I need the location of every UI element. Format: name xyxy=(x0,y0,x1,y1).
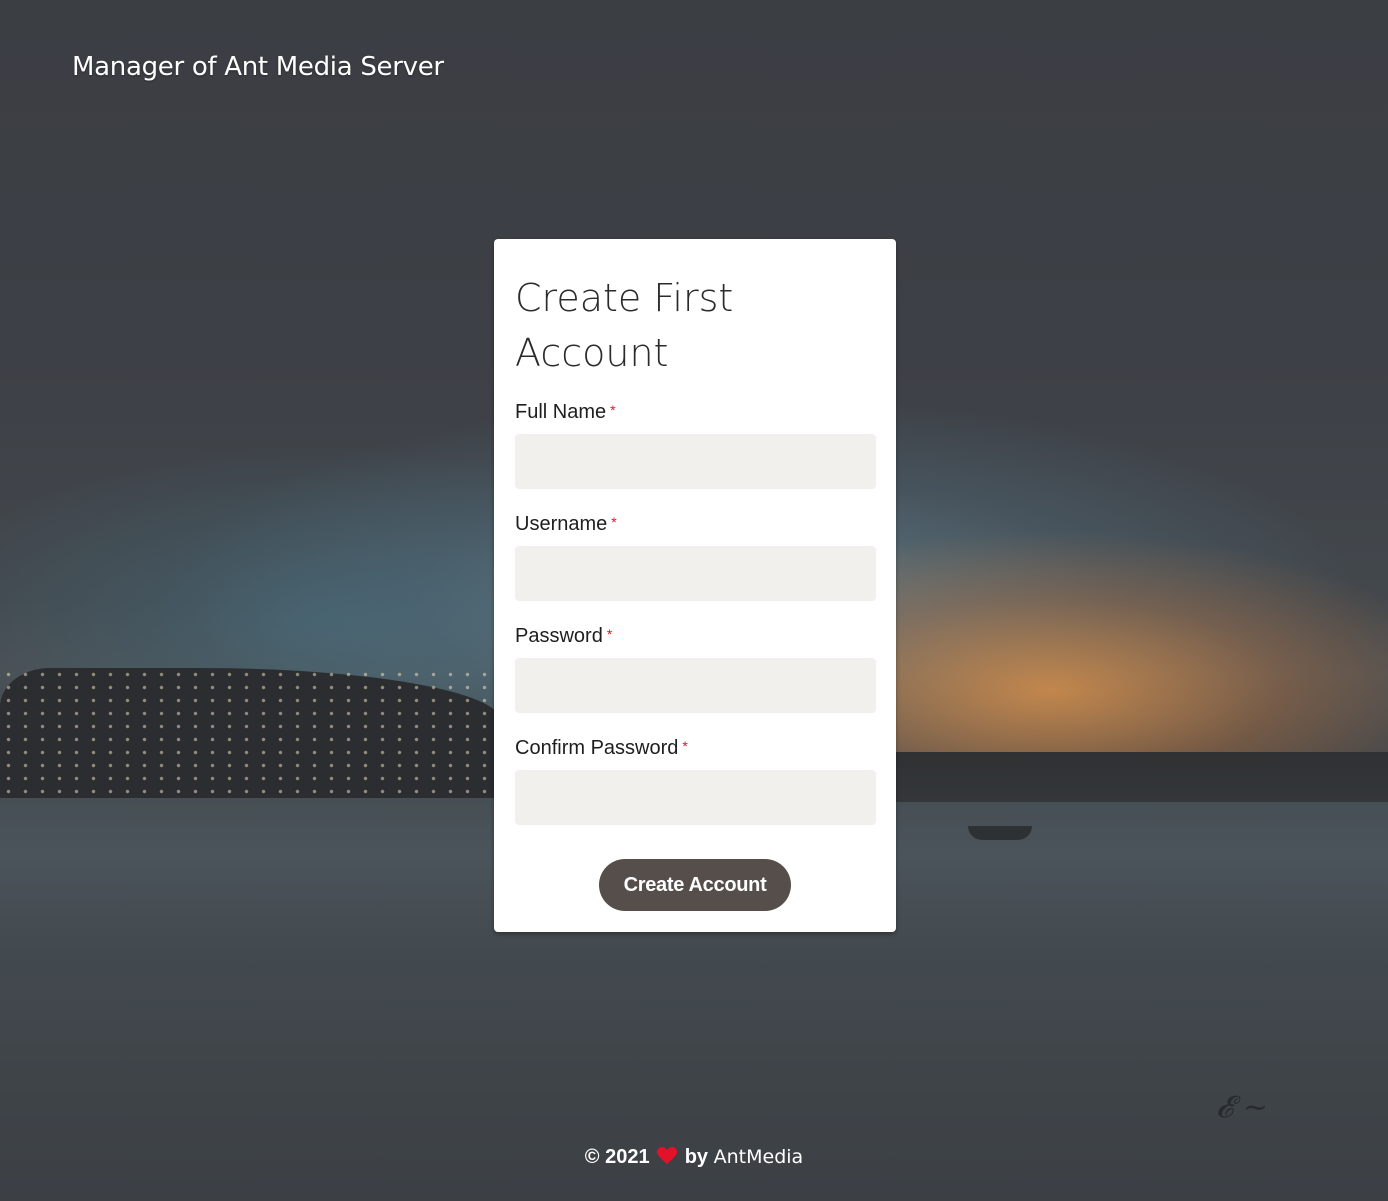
password-input[interactable] xyxy=(515,658,876,713)
username-label: Username * xyxy=(515,513,617,535)
confirm-password-label: Confirm Password * xyxy=(515,737,688,759)
footer: © 2021 by AntMedia xyxy=(0,1146,1388,1169)
brand-title: Manager of Ant Media Server xyxy=(72,52,444,82)
full-name-input[interactable] xyxy=(515,434,876,489)
required-marker: * xyxy=(611,514,617,530)
username-input[interactable] xyxy=(515,546,876,601)
heart-icon xyxy=(657,1146,678,1169)
form-title: Create First Account xyxy=(515,276,734,375)
username-field: Username * xyxy=(515,510,876,601)
create-account-button[interactable]: Create Account xyxy=(599,859,791,911)
confirm-password-input[interactable] xyxy=(515,770,876,825)
company-link[interactable]: AntMedia xyxy=(714,1146,804,1168)
confirm-password-field: Confirm Password * xyxy=(515,734,876,825)
full-name-field: Full Name * xyxy=(515,398,876,489)
copyright-text: © 2021 xyxy=(584,1146,650,1168)
full-name-label: Full Name * xyxy=(515,401,616,423)
required-marker: * xyxy=(682,738,688,754)
by-text: by xyxy=(684,1146,709,1168)
create-account-card: Create First Account Full Name * Username… xyxy=(494,239,896,932)
password-field: Password * xyxy=(515,622,876,713)
required-marker: * xyxy=(610,402,616,418)
required-marker: * xyxy=(606,626,613,642)
password-label: Password * xyxy=(515,625,613,647)
